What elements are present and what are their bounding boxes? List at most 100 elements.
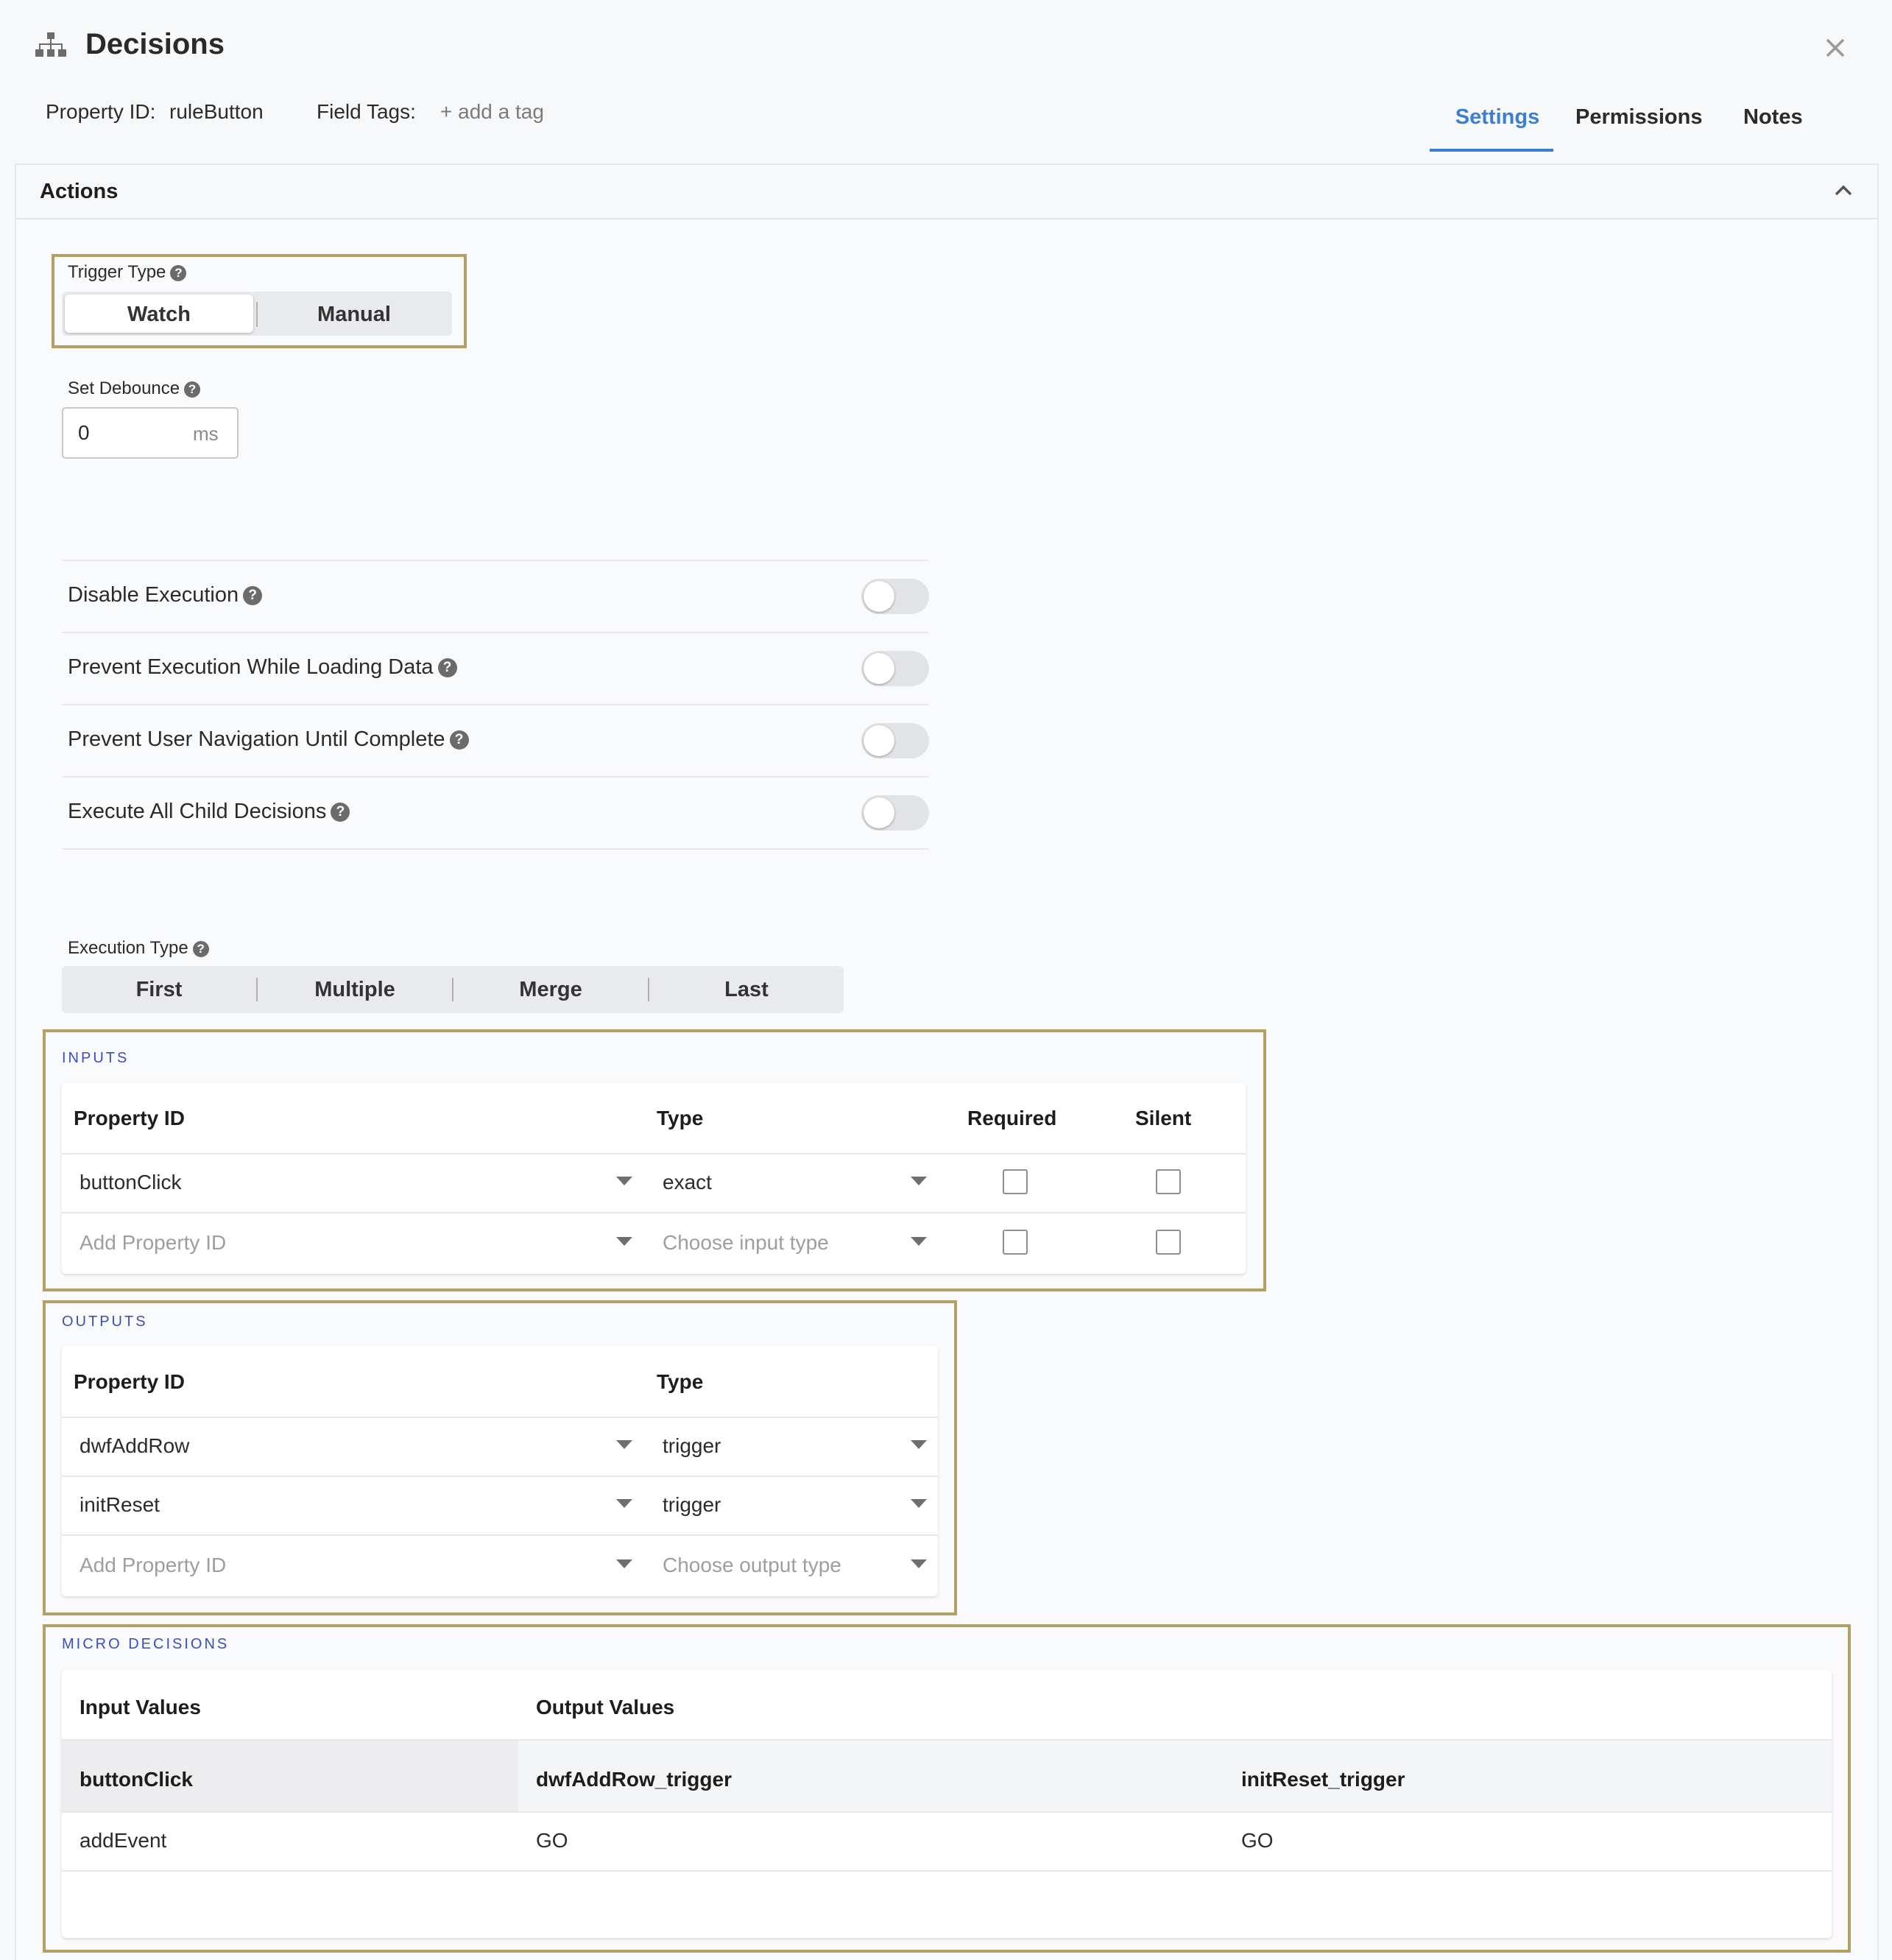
execution-first-option[interactable]: First xyxy=(62,978,256,1002)
close-icon[interactable] xyxy=(1825,38,1846,58)
execution-last-option[interactable]: Last xyxy=(649,978,844,1002)
dropdown-caret-icon[interactable] xyxy=(616,1440,632,1449)
inputs-row-type[interactable]: exact xyxy=(663,1171,712,1194)
micro-col-dwfaddrow-trigger: dwfAddRow_trigger xyxy=(536,1768,732,1791)
silent-checkbox[interactable] xyxy=(1156,1230,1181,1255)
trigger-type-label-text: Trigger Type xyxy=(68,262,166,282)
outputs-row-property-id[interactable]: initReset xyxy=(80,1493,160,1517)
dropdown-caret-icon[interactable] xyxy=(911,1440,927,1449)
disable-execution-toggle[interactable] xyxy=(861,579,929,614)
tab-permissions[interactable]: Permissions xyxy=(1575,105,1702,130)
execute-children-toggle[interactable] xyxy=(861,795,929,831)
divider xyxy=(62,776,929,778)
divider xyxy=(62,1417,938,1418)
toggle-label: Execute All Child Decisions xyxy=(68,800,327,823)
outputs-col-type: Type xyxy=(657,1370,704,1393)
debounce-label: Set Debounce? xyxy=(68,378,201,399)
actions-title: Actions xyxy=(40,180,119,203)
inputs-section-label: INPUTS xyxy=(62,1050,130,1066)
actions-panel-header[interactable] xyxy=(16,165,1877,219)
inputs-col-type: Type xyxy=(657,1107,704,1129)
add-tag-link[interactable]: + add a tag xyxy=(440,100,544,124)
divider xyxy=(256,302,258,327)
prevent-loading-toggle[interactable] xyxy=(861,651,929,686)
help-icon[interactable]: ? xyxy=(437,658,457,678)
help-icon[interactable]: ? xyxy=(449,730,469,750)
execution-type-label-text: Execution Type xyxy=(68,938,188,958)
micro-row-input-value[interactable]: addEvent xyxy=(80,1829,166,1853)
dropdown-caret-icon[interactable] xyxy=(911,1237,927,1246)
inputs-col-silent: Silent xyxy=(1135,1107,1192,1129)
inputs-col-property-id: Property ID xyxy=(74,1107,185,1129)
outputs-row-property-id[interactable]: dwfAddRow xyxy=(80,1434,189,1458)
micro-col-initreset-trigger: initReset_trigger xyxy=(1241,1768,1405,1791)
divider xyxy=(62,1534,938,1536)
execution-type-label: Execution Type? xyxy=(68,938,209,959)
inputs-type-select[interactable]: Choose input type xyxy=(663,1231,829,1255)
tab-settings-indicator xyxy=(1430,149,1553,152)
dropdown-caret-icon[interactable] xyxy=(911,1177,927,1185)
outputs-section-label: OUTPUTS xyxy=(62,1314,148,1330)
divider xyxy=(62,1811,1832,1813)
trigger-manual-option[interactable]: Manual xyxy=(259,303,449,327)
execution-merge-option[interactable]: Merge xyxy=(453,978,648,1002)
execution-multiple-option[interactable]: Multiple xyxy=(258,978,452,1002)
tab-notes[interactable]: Notes xyxy=(1743,105,1803,130)
dropdown-caret-icon[interactable] xyxy=(911,1559,927,1568)
toggle-row-prevent-loading: Prevent Execution While Loading Data? xyxy=(68,655,457,680)
sitemap-icon xyxy=(35,32,66,57)
micro-row-output-value[interactable]: GO xyxy=(536,1829,568,1853)
dropdown-caret-icon[interactable] xyxy=(616,1559,632,1568)
outputs-row-type[interactable]: trigger xyxy=(663,1434,721,1458)
help-icon[interactable]: ? xyxy=(331,803,350,822)
divider xyxy=(62,1870,1832,1872)
prevent-navigation-toggle[interactable] xyxy=(861,723,929,758)
tab-settings[interactable]: Settings xyxy=(1430,105,1565,130)
micro-input-values-header: Input Values xyxy=(80,1696,201,1718)
trigger-watch-label: Watch xyxy=(127,303,191,326)
property-id-label: Property ID: xyxy=(46,100,156,123)
micro-col-buttonclick: buttonClick xyxy=(80,1768,193,1791)
divider xyxy=(62,560,929,561)
dropdown-caret-icon[interactable] xyxy=(616,1177,632,1185)
divider xyxy=(62,1153,1246,1155)
divider xyxy=(62,1476,938,1477)
field-tags-label: Field Tags: xyxy=(317,100,416,123)
help-icon[interactable]: ? xyxy=(184,381,201,398)
inputs-table xyxy=(62,1082,1246,1274)
toggle-row-execute-children: Execute All Child Decisions? xyxy=(68,800,350,824)
chevron-up-icon[interactable] xyxy=(1835,184,1852,196)
outputs-col-property-id: Property ID xyxy=(74,1370,185,1393)
dropdown-caret-icon[interactable] xyxy=(616,1237,632,1246)
debounce-label-text: Set Debounce xyxy=(68,378,180,398)
micro-decisions-section-label: MICRO DECISIONS xyxy=(62,1636,230,1652)
toggle-row-prevent-navigation: Prevent User Navigation Until Complete? xyxy=(68,727,469,752)
toggle-row-disable-execution: Disable Execution? xyxy=(68,583,263,607)
silent-checkbox[interactable] xyxy=(1156,1169,1181,1194)
micro-output-values-header: Output Values xyxy=(536,1696,675,1718)
dialog-title: Decisions xyxy=(85,28,225,60)
micro-row-output-value[interactable]: GO xyxy=(1241,1829,1274,1853)
required-checkbox[interactable] xyxy=(1003,1230,1028,1255)
divider xyxy=(62,704,929,705)
required-checkbox[interactable] xyxy=(1003,1169,1028,1194)
help-icon[interactable]: ? xyxy=(170,264,187,281)
outputs-row-type[interactable]: trigger xyxy=(663,1493,721,1517)
help-icon[interactable]: ? xyxy=(243,586,263,606)
toggle-label: Prevent User Navigation Until Complete xyxy=(68,727,445,751)
inputs-add-property-input[interactable]: Add Property ID xyxy=(80,1231,226,1255)
toggle-label: Prevent Execution While Loading Data xyxy=(68,655,434,679)
debounce-value: 0 xyxy=(78,421,90,444)
dropdown-caret-icon[interactable] xyxy=(911,1499,927,1508)
inputs-col-required: Required xyxy=(967,1107,1057,1129)
help-icon[interactable]: ? xyxy=(192,940,209,957)
divider xyxy=(62,632,929,633)
property-id-value: ruleButton xyxy=(169,100,264,123)
divider xyxy=(62,1212,1246,1213)
dropdown-caret-icon[interactable] xyxy=(616,1499,632,1508)
inputs-row-property-id[interactable]: buttonClick xyxy=(80,1171,182,1194)
outputs-type-select[interactable]: Choose output type xyxy=(663,1554,841,1577)
outputs-add-property-input[interactable]: Add Property ID xyxy=(80,1554,226,1577)
divider xyxy=(62,848,929,850)
debounce-unit: ms xyxy=(193,423,219,445)
